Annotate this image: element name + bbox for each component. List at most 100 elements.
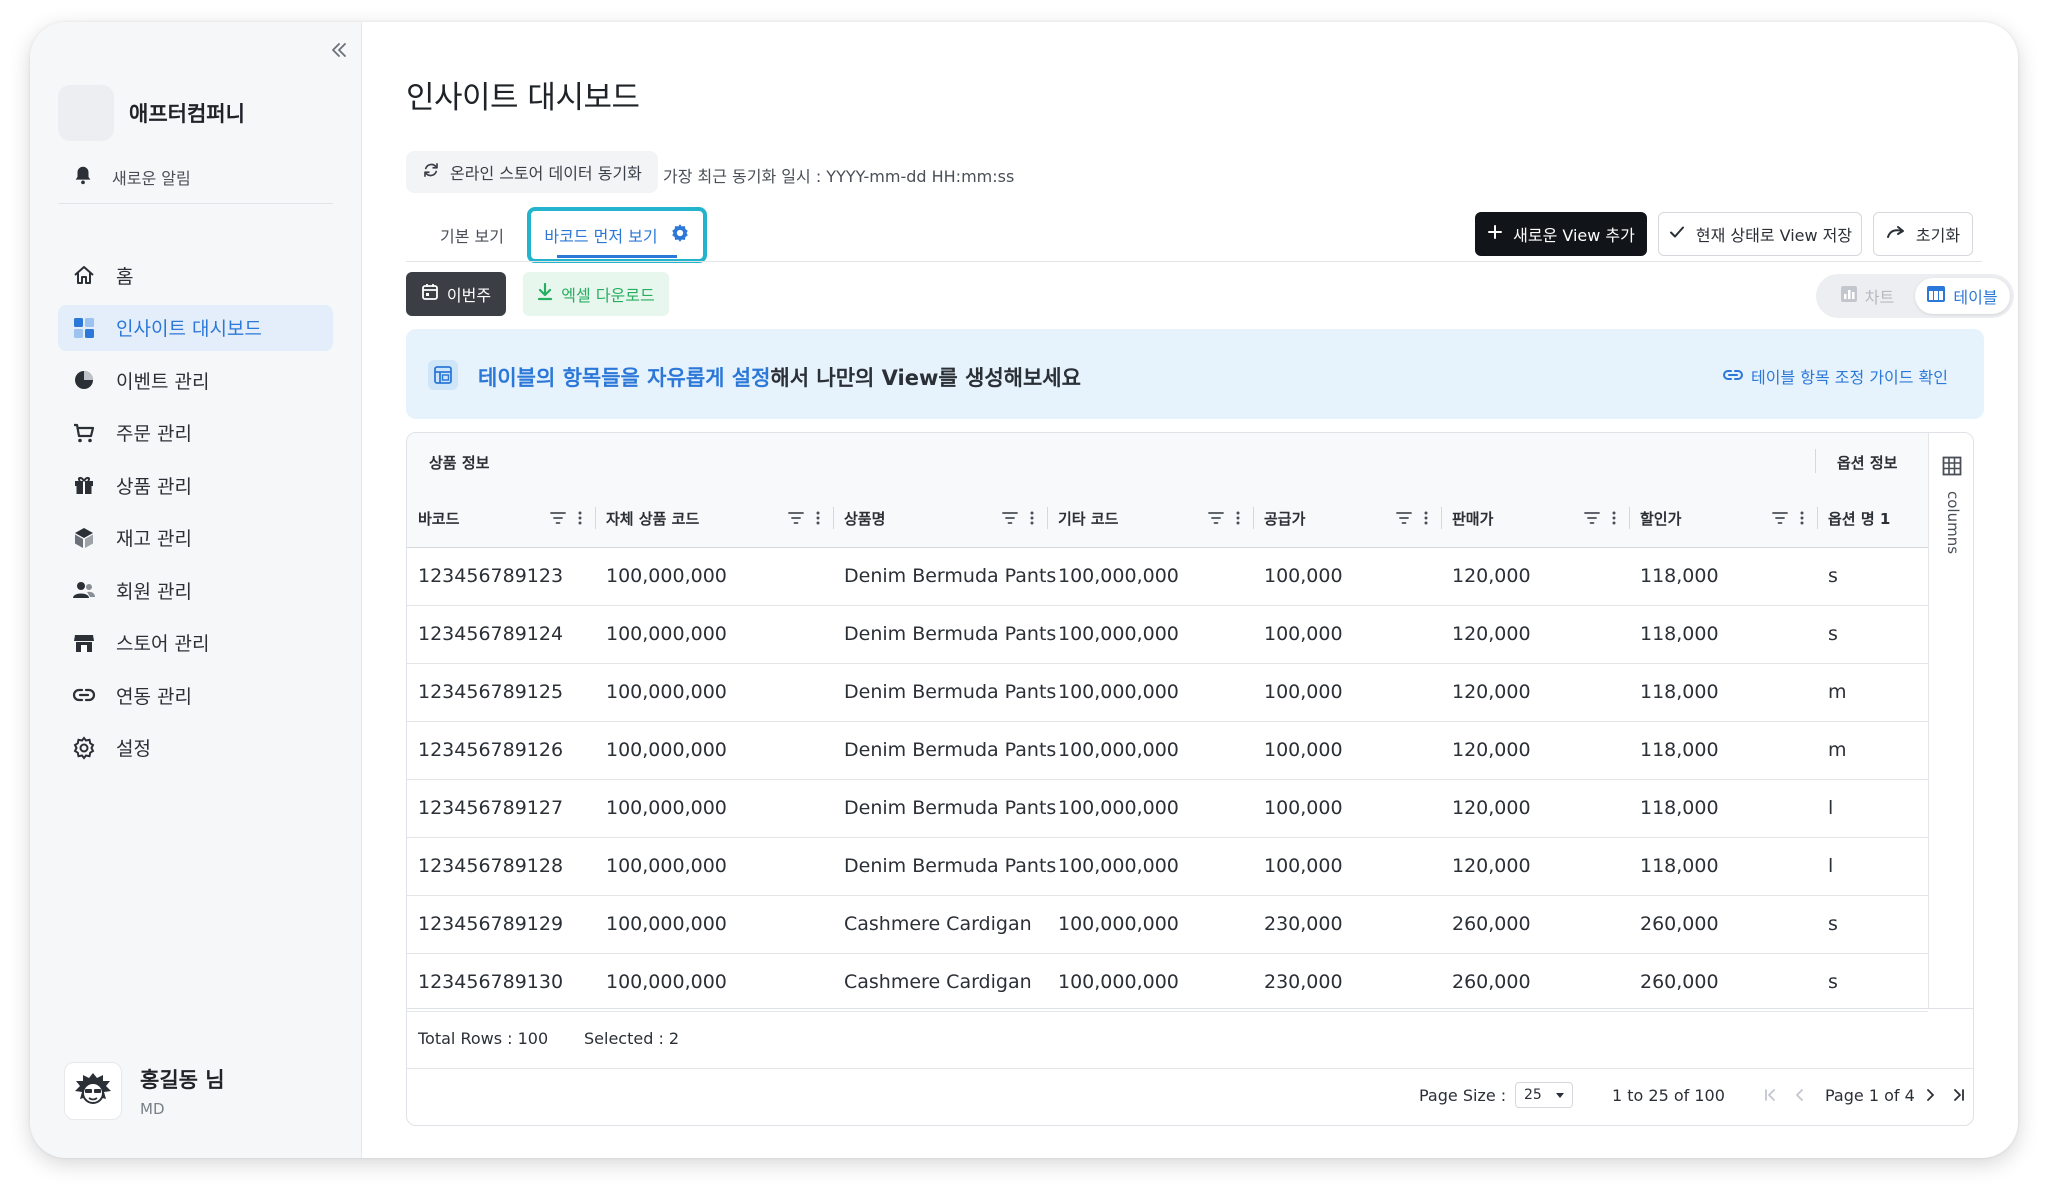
column-separator[interactable] — [1817, 507, 1818, 529]
date-range-button[interactable]: 이번주 — [406, 272, 506, 316]
column-menu-icon[interactable] — [578, 510, 582, 529]
column-header-supply-price[interactable]: 공급가 — [1264, 489, 1305, 547]
notification-link[interactable]: 새로운 알림 — [72, 164, 191, 190]
collapse-sidebar-icon[interactable] — [327, 38, 351, 62]
tab-barcode-first-view[interactable]: 바코드 먼저 보기 — [527, 207, 707, 263]
table-view-label: 테이블 — [1953, 288, 1998, 307]
table-cell: m — [1828, 739, 1847, 761]
sidebar-item-members[interactable]: 회원 관리 — [58, 567, 333, 613]
table-cell: 260,000 — [1452, 971, 1531, 993]
sidebar-item-inventory[interactable]: 재고 관리 — [58, 515, 333, 561]
guide-link-label: 테이블 항목 조정 가이드 확인 — [1751, 368, 1948, 387]
sidebar-item-label: 상품 관리 — [116, 475, 192, 498]
sidebar-item-events[interactable]: 이벤트 관리 — [58, 357, 333, 403]
table-cell: 100,000,000 — [606, 739, 727, 761]
user-profile[interactable]: 홍길동 님 MD — [64, 1062, 225, 1120]
column-separator[interactable] — [1253, 507, 1254, 529]
table-view-option[interactable]: 테이블 — [1915, 278, 2010, 314]
column-menu-icon[interactable] — [1424, 510, 1428, 529]
column-menu-icon[interactable] — [1800, 510, 1804, 529]
table-row[interactable]: 123456789123 100,000,000 Denim Bermuda Pan… — [407, 547, 1928, 606]
next-page-icon[interactable] — [1919, 1084, 1941, 1106]
column-separator[interactable] — [1629, 507, 1630, 529]
table-cell: 260,000 — [1640, 971, 1719, 993]
table-cell: Cashmere Cardigan — [844, 913, 1032, 935]
column-separator[interactable] — [1047, 507, 1048, 529]
column-header-discount-price[interactable]: 할인가 — [1640, 489, 1681, 547]
first-page-icon[interactable] — [1759, 1084, 1781, 1106]
filter-icon[interactable] — [550, 510, 566, 529]
column-separator[interactable] — [833, 507, 834, 529]
tab-label: 바코드 먼저 보기 — [544, 227, 658, 246]
table-row[interactable]: 123456789128 100,000,000 Denim Bermuda Pan… — [407, 837, 1928, 896]
table-cell: Denim Bermuda Pants — [844, 739, 1057, 761]
filter-icon[interactable] — [1772, 510, 1788, 529]
add-view-button[interactable]: 새로운 View 추가 — [1475, 212, 1647, 256]
table-cell: 120,000 — [1452, 681, 1531, 703]
table-cell: 123456789130 — [418, 971, 564, 993]
refresh-icon — [422, 161, 440, 183]
column-header-sale-price[interactable]: 판매가 — [1452, 489, 1493, 547]
table-cell: 100,000 — [1264, 797, 1343, 819]
column-header-option-name-1[interactable]: 옵션 명 1 — [1828, 489, 1890, 547]
cart-icon — [72, 421, 96, 445]
sidebar-item-home[interactable]: 홈 — [58, 252, 333, 298]
reset-button[interactable]: 초기화 — [1873, 212, 1973, 256]
table-cell: 123456789129 — [418, 913, 564, 935]
guide-link[interactable]: 테이블 항목 조정 가이드 확인 — [1723, 364, 1948, 388]
sidebar-item-insight-dashboard[interactable]: 인사이트 대시보드 — [58, 304, 333, 351]
table-row[interactable]: 123456789124 100,000,000 Denim Bermuda Pan… — [407, 605, 1928, 664]
filter-icon[interactable] — [1208, 510, 1224, 529]
table-cell: 100,000,000 — [606, 797, 727, 819]
excel-download-button[interactable]: 엑셀 다운로드 — [523, 272, 669, 316]
sidebar-item-integrations[interactable]: 연동 관리 — [58, 672, 333, 718]
table-cell: 123456789128 — [418, 855, 564, 877]
sidebar-item-orders[interactable]: 주문 관리 — [58, 410, 333, 456]
table-row[interactable]: 123456789130 100,000,000 Cashmere Cardigan… — [407, 953, 1928, 1012]
column-separator[interactable] — [1441, 507, 1442, 529]
column-separator[interactable] — [595, 507, 596, 529]
previous-page-icon[interactable] — [1789, 1084, 1811, 1106]
column-header-barcode[interactable]: 바코드 — [418, 489, 459, 547]
date-range-label: 이번주 — [446, 286, 492, 305]
store-icon — [72, 631, 96, 655]
sidebar-item-stores[interactable]: 스토어 관리 — [58, 620, 333, 666]
column-header-other-code[interactable]: 기타 코드 — [1058, 489, 1118, 547]
column-menu-icon[interactable] — [1236, 510, 1240, 529]
download-icon — [537, 282, 553, 305]
column-menu-icon[interactable] — [1030, 510, 1034, 529]
table-row[interactable]: 123456789126 100,000,000 Denim Bermuda Pan… — [407, 721, 1928, 780]
filter-icon[interactable] — [1396, 510, 1412, 529]
sync-store-button[interactable]: 온라인 스토어 데이터 동기화 — [406, 151, 658, 193]
table-cell: 100,000 — [1264, 681, 1343, 703]
page-size-select[interactable]: 25 — [1515, 1082, 1573, 1108]
tab-basic-view[interactable]: 기본 보기 — [440, 223, 504, 247]
column-header-icons — [788, 510, 820, 529]
table-cell: 100,000 — [1264, 739, 1343, 761]
save-view-button[interactable]: 현재 상태로 View 저장 — [1658, 212, 1862, 256]
column-menu-icon[interactable] — [1612, 510, 1616, 529]
last-page-icon[interactable] — [1948, 1084, 1970, 1106]
chart-view-option[interactable]: 차트 — [1820, 278, 1915, 314]
sidebar-item-settings[interactable]: 설정 — [58, 725, 333, 771]
table-icon — [1927, 286, 1946, 306]
column-header-icons — [1208, 510, 1240, 529]
filter-icon[interactable] — [1584, 510, 1600, 529]
table-row[interactable]: 123456789129 100,000,000 Cashmere Cardigan… — [407, 895, 1928, 954]
table-row[interactable]: 123456789125 100,000,000 Denim Bermuda Pan… — [407, 663, 1928, 722]
table-row[interactable]: 123456789127 100,000,000 Denim Bermuda Pan… — [407, 779, 1928, 838]
column-header-icons — [550, 510, 582, 529]
filter-icon[interactable] — [788, 510, 804, 529]
table-cell: s — [1828, 623, 1838, 645]
column-header-own-product-code[interactable]: 자체 상품 코드 — [606, 489, 699, 547]
gear-icon[interactable] — [670, 223, 690, 247]
pie-chart-icon — [72, 368, 96, 392]
column-header-product-name[interactable]: 상품명 — [844, 489, 885, 547]
page-title: 인사이트 대시보드 — [406, 80, 640, 116]
sidebar-item-products[interactable]: 상품 관리 — [58, 462, 333, 508]
table-cell: 120,000 — [1452, 623, 1531, 645]
filter-icon[interactable] — [1002, 510, 1018, 529]
column-menu-icon[interactable] — [816, 510, 820, 529]
gear-icon — [72, 735, 96, 760]
columns-side-panel[interactable]: columns — [1928, 433, 1973, 1008]
